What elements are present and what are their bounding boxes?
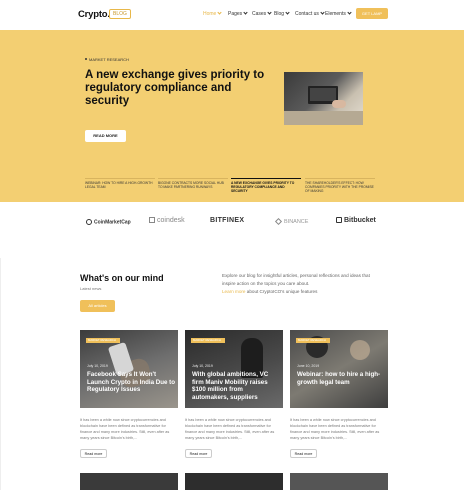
coindesk-icon [149, 217, 155, 224]
section-description: Explore our blog for insightful articles… [222, 272, 382, 296]
read-more-button[interactable]: Read more [80, 449, 107, 458]
article-card-6-image[interactable] [290, 473, 388, 490]
chevron-down-icon [217, 10, 222, 15]
chevron-down-icon [347, 10, 352, 15]
article-date: June 10, 2019 [297, 364, 320, 368]
partner-label: BITFINEX [210, 217, 245, 224]
site-header: Crypto. BLOG Home Pages Cases Blog Conta… [0, 0, 464, 30]
bitbucket-icon [336, 217, 342, 224]
hero-slide-1[interactable]: WEBINAR: HOW TO HIRE A HIGH-GROWTH LEGAL… [85, 178, 155, 189]
chevron-down-icon [243, 10, 248, 15]
all-articles-button[interactable]: All articles [80, 300, 115, 312]
tag-dot-icon [85, 58, 87, 60]
section-title: What's on our mind [80, 273, 164, 283]
partner-label: Bitbucket [344, 217, 376, 224]
hero-read-more-button[interactable]: READ MORE [85, 130, 126, 142]
nav-label: Pages [228, 11, 243, 17]
article-date: July 10, 2019 [192, 364, 213, 368]
partner-coindesk[interactable]: coindesk [149, 217, 185, 224]
partner-label: BINANCE [284, 219, 309, 225]
hero-title: A new exchange gives priority to regulat… [85, 69, 265, 107]
nav-label: Blog [274, 11, 285, 17]
slide-label: BIGONE CONTRACTS MORE SOCIAL HUB TO MAKE… [158, 180, 224, 189]
article-excerpt: It has been a while now since cryptocurr… [290, 418, 380, 440]
description-text: Explore our blog for insightful articles… [222, 273, 370, 286]
read-more-button[interactable]: Read more [185, 449, 212, 458]
partners-strip [0, 202, 464, 247]
nav-item-blog[interactable]: Blog [274, 10, 290, 17]
article-title[interactable]: With global ambitions, VC firm Maniv Mob… [192, 371, 280, 401]
slide-bar [158, 178, 228, 179]
article-title[interactable]: Facebook Says It Won't Launch Crypto in … [87, 371, 175, 394]
nav-item-home[interactable]: Home [203, 10, 222, 17]
partner-label: CoinMarketCap [94, 219, 131, 226]
hero-slide-4[interactable]: THE SHAREHOLDER'S EFFECT: HOW COMPANIES … [305, 178, 375, 193]
hand-shape [332, 100, 346, 108]
nav-label: Contact us [295, 11, 319, 17]
partner-label: coindesk [157, 217, 185, 224]
slide-label: WEBINAR: HOW TO HIRE A HIGH-GROWTH LEGAL… [85, 180, 153, 189]
category-badge: MARKET RESEARCH [86, 338, 120, 343]
partner-coinmarketcap[interactable]: CoinMarketCap [86, 219, 131, 225]
slide-label: A NEW EXCHANGE GIVES PRIORITY TO REGULAT… [231, 180, 295, 194]
desk-shape [284, 111, 363, 125]
article-card-5-image[interactable] [185, 473, 283, 490]
link-tail-text: about CryptoICO's unique features [245, 289, 318, 294]
article-image[interactable]: MARKET RESEARCH July 10, 2019 Facebook S… [80, 330, 178, 408]
nav-item-contact[interactable]: Contact us [295, 10, 325, 17]
article-excerpt: It has been a while now since cryptocurr… [80, 418, 170, 440]
category-badge: MARKET RESEARCH [296, 338, 330, 343]
learn-more-link[interactable]: Learn more [222, 289, 246, 294]
person-shape [350, 340, 370, 360]
laptop-screen [310, 88, 336, 101]
logo-badge: BLOG [109, 9, 131, 19]
read-more-button[interactable]: Read more [290, 449, 317, 458]
coinmarketcap-icon [86, 219, 92, 225]
hero-section [0, 30, 464, 202]
article-date: July 10, 2019 [87, 364, 108, 368]
nav-item-pages[interactable]: Pages [228, 10, 248, 17]
slide-bar [85, 178, 155, 179]
slide-bar [231, 178, 301, 179]
category-badge: MARKET RESEARCH [191, 338, 225, 343]
partner-bitfinex[interactable]: BITFINEX [210, 217, 244, 224]
nav-item-elements[interactable]: Elements [325, 10, 352, 17]
hero-slide-3[interactable]: A NEW EXCHANGE GIVES PRIORITY TO REGULAT… [231, 178, 301, 193]
nav-label: Home [203, 11, 217, 17]
article-excerpt: It has been a while now since cryptocurr… [185, 418, 275, 440]
left-divider [0, 258, 1, 490]
article-card-4-image[interactable] [80, 473, 178, 490]
chevron-down-icon [285, 10, 290, 15]
chevron-down-icon [320, 10, 325, 15]
article-image[interactable]: MARKET RESEARCH June 10, 2019 Webinar: h… [290, 330, 388, 408]
slide-label: THE SHAREHOLDER'S EFFECT: HOW COMPANIES … [305, 180, 374, 194]
slide-bar [305, 178, 375, 179]
article-image[interactable]: MARKET RESEARCH July 10, 2019 With globa… [185, 330, 283, 408]
hero-tag: MARKET RESEARCH [89, 57, 129, 62]
hero-image [284, 72, 363, 125]
section-subtitle: Latest news [80, 286, 102, 291]
nav-label: Elements [325, 11, 346, 17]
nav-item-cases[interactable]: Cases [252, 10, 272, 17]
partner-bitbucket[interactable]: Bitbucket [336, 217, 376, 224]
article-title[interactable]: Webinar: how to hire a high-growth legal… [297, 371, 385, 386]
nav-label: Cases [252, 11, 267, 17]
partner-binance[interactable]: BINANCE [274, 218, 309, 226]
logo[interactable]: Crypto. [78, 9, 110, 20]
chevron-down-icon [267, 10, 272, 15]
hero-slide-2[interactable]: BIGONE CONTRACTS MORE SOCIAL HUB TO MAKE… [158, 178, 228, 189]
binance-icon [274, 218, 283, 226]
header-cta-button[interactable]: GET LAMP [356, 8, 388, 19]
